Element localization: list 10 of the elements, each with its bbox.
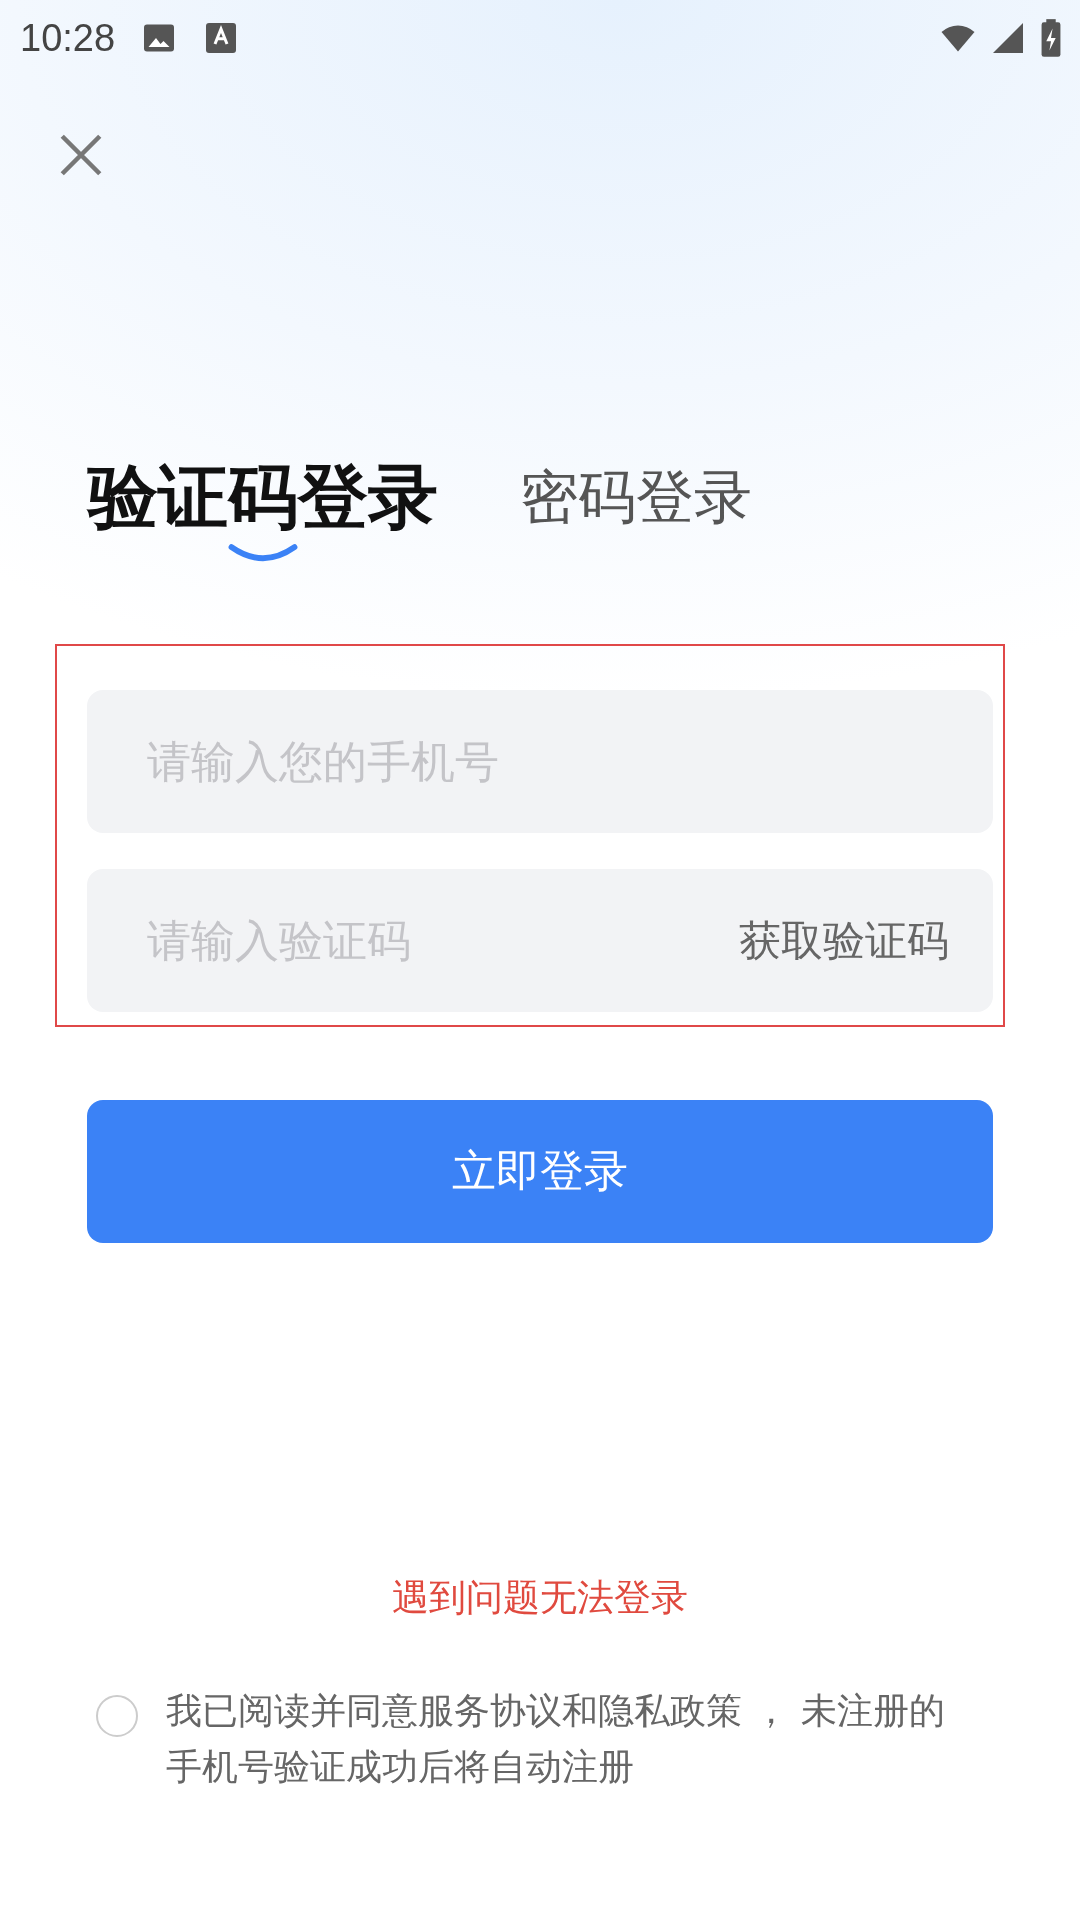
tab-indicator [228, 543, 298, 563]
agreement-text: 我已阅读并同意服务协议和隐私政策 ， 未注册的手机号验证成功后将自动注册 [166, 1689, 946, 1789]
get-code-button[interactable]: 获取验证码 [739, 912, 949, 969]
agreement-checkbox[interactable] [96, 1695, 138, 1737]
login-button[interactable]: 立即登录 [87, 1100, 993, 1243]
tab[interactable]: 验证码登录 [88, 457, 438, 563]
battery-icon [1040, 18, 1062, 58]
tab[interactable]: 密码登录 [520, 457, 752, 537]
help-link[interactable]: 遇到问题无法登录 [392, 1573, 688, 1623]
clock-time: 10:28 [20, 16, 116, 60]
